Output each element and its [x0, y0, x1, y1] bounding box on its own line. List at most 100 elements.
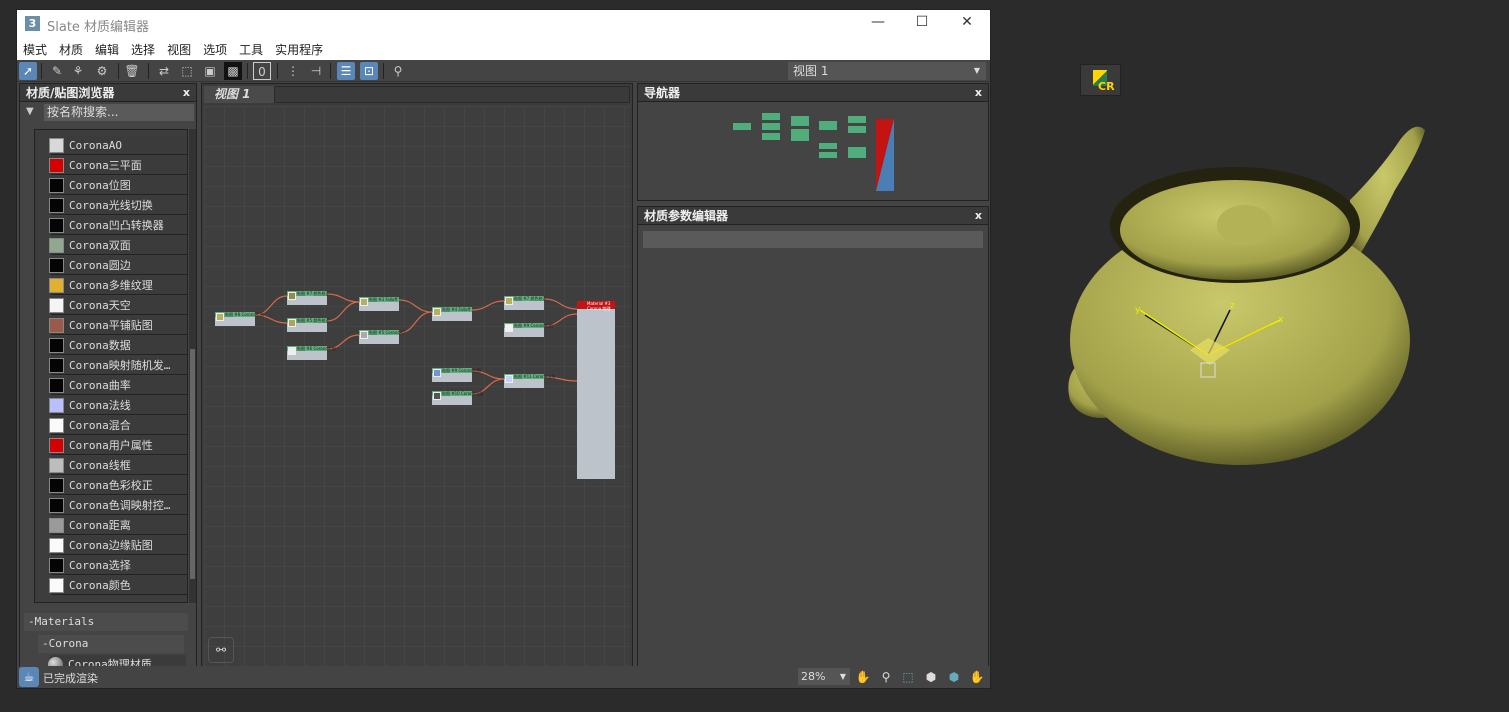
- list-item[interactable]: Corona圆边: [49, 256, 187, 275]
- node-title: 贴图 #7 颜色校正: [514, 296, 547, 301]
- menu-tools[interactable]: 工具: [233, 38, 269, 60]
- list-item[interactable]: Corona多维纹理: [49, 276, 187, 295]
- select-tool-icon[interactable]: ➚: [19, 62, 37, 80]
- list-item[interactable]: Corona数据: [49, 336, 187, 355]
- close-button[interactable]: ✕: [952, 14, 982, 30]
- menu-view[interactable]: 视图: [161, 38, 197, 60]
- zoom-icon[interactable]: ⚲: [877, 668, 895, 686]
- graph-node[interactable]: 贴图 #11 Corona法线: [504, 374, 555, 388]
- map-swatch: [49, 358, 64, 373]
- pan-hand-icon[interactable]: ✋: [854, 668, 872, 686]
- node-canvas[interactable]: 贴图 #8 Corona位图 贴图 #7 颜色校正 贴图 #5 颜色校正 贴图 #6 …: [204, 106, 630, 668]
- list-item[interactable]: Corona线框: [49, 456, 187, 475]
- move-children-icon[interactable]: ⇄: [155, 62, 173, 80]
- close-browser-icon[interactable]: x: [183, 84, 190, 102]
- graph-node[interactable]: 贴图 #4 Falloff: [432, 307, 472, 321]
- list-item[interactable]: Corona光线切换: [49, 196, 187, 215]
- menu-options[interactable]: 选项: [197, 38, 233, 60]
- show-map-icon[interactable]: ▣: [201, 62, 219, 80]
- group-corona[interactable]: -Corona: [38, 635, 184, 653]
- map-swatch: [49, 418, 64, 433]
- put-to-scene-icon[interactable]: ⚘: [69, 62, 87, 80]
- layout-children-icon[interactable]: ⊣: [307, 62, 325, 80]
- material-map-browser: 材质/贴图浏览器 x ▼ 按名称搜索... CoronaAO Corona三平面 Co…: [19, 83, 197, 674]
- options-triangle-icon[interactable]: ▼: [26, 106, 34, 117]
- minimize-button[interactable]: —: [863, 14, 893, 30]
- graph-node[interactable]: 贴图 #9 Corona位图: [432, 368, 481, 382]
- menu-utilities[interactable]: 实用程序: [269, 38, 329, 60]
- list-item[interactable]: Corona选择: [49, 556, 187, 575]
- graph-node[interactable]: 贴图 #9 Corona位图: [504, 323, 553, 337]
- parameter-editor-icon[interactable]: ⊡: [360, 62, 378, 80]
- group-materials[interactable]: -Materials: [24, 613, 188, 631]
- tab-view-1[interactable]: 视图 1: [204, 86, 274, 103]
- graph-node[interactable]: 贴图 #5 CoronaAO: [359, 330, 406, 344]
- list-item[interactable]: Corona凹凸转换器: [49, 216, 187, 235]
- list-item[interactable]: CoronaAO: [49, 136, 187, 155]
- navigator-minimap[interactable]: [638, 103, 988, 201]
- material-map-browser-icon[interactable]: ☰: [337, 62, 355, 80]
- close-navigator-icon[interactable]: x: [975, 84, 982, 102]
- list-item[interactable]: Corona曲率: [49, 376, 187, 395]
- list-item[interactable]: Corona颜色: [49, 576, 187, 595]
- sample-type-icon[interactable]: 0: [253, 62, 271, 80]
- scrollbar-thumb[interactable]: [190, 349, 195, 579]
- zoom-extents-icon[interactable]: ⬢: [922, 668, 940, 686]
- graph-node[interactable]: 贴图 #10 Corona位图: [432, 391, 483, 405]
- list-item[interactable]: Corona天空: [49, 296, 187, 315]
- parameter-editor-panel: 材质参数编辑器 x: [637, 206, 989, 673]
- graph-node[interactable]: 贴图 #7 颜色校正: [287, 291, 329, 305]
- list-item[interactable]: Corona色彩校正: [49, 476, 187, 495]
- background-icon[interactable]: ▩: [224, 62, 242, 80]
- corona-render-button[interactable]: CR: [1080, 64, 1121, 96]
- list-item[interactable]: Corona映射随机发…: [49, 356, 187, 375]
- list-item[interactable]: Corona平铺贴图: [49, 316, 187, 335]
- tab-bar: [274, 86, 630, 103]
- list-item[interactable]: Corona边缘贴图: [49, 536, 187, 555]
- menu-select[interactable]: 选择: [125, 38, 161, 60]
- material-node[interactable]: Material #3 Corona 物理: [577, 301, 615, 479]
- zoom-region-icon[interactable]: ⬚: [899, 668, 917, 686]
- teapot-render-icon[interactable]: ☕: [19, 667, 39, 687]
- graph-node[interactable]: 贴图 #8 Corona位图: [215, 312, 264, 326]
- graph-node[interactable]: 贴图 #5 颜色校正: [287, 318, 329, 332]
- menu-mode[interactable]: 模式: [17, 38, 53, 60]
- graph-node[interactable]: 贴图 #6 Corona位图: [287, 346, 336, 360]
- list-item[interactable]: Corona色调映射控…: [49, 496, 187, 515]
- menu-material[interactable]: 材质: [53, 38, 89, 60]
- node-title: 贴图 #9 Corona位图: [442, 368, 481, 373]
- menu-edit[interactable]: 编辑: [89, 38, 125, 60]
- select-by-material-icon[interactable]: ⚲: [389, 62, 407, 80]
- graph-node[interactable]: 贴图 #7 颜色校正: [504, 296, 547, 310]
- search-input[interactable]: 按名称搜索...: [44, 104, 194, 121]
- maximize-button[interactable]: ☐: [907, 14, 937, 30]
- view-selector-dropdown[interactable]: 视图 1 ▼: [788, 62, 986, 80]
- zoom-dropdown[interactable]: 28% ▼: [798, 668, 850, 685]
- scrollbar[interactable]: [189, 129, 196, 603]
- navigator-panel: 导航器 x: [637, 83, 989, 201]
- graph-node[interactable]: 贴图 #3 Falloff: [359, 297, 399, 311]
- separator: [330, 63, 331, 79]
- list-item[interactable]: Corona用户属性: [49, 436, 187, 455]
- item-label: Corona凹凸转换器: [69, 219, 164, 232]
- teapot-viewport[interactable]: y x z: [1050, 110, 1450, 480]
- node-title: 贴图 #9 Corona位图: [514, 323, 553, 328]
- list-item[interactable]: Corona距离: [49, 516, 187, 535]
- eyedropper-icon[interactable]: ✎: [48, 62, 66, 80]
- delete-icon[interactable]: 🗑: [123, 62, 141, 80]
- layout-all-icon[interactable]: ⋮: [284, 62, 302, 80]
- hide-unused-icon[interactable]: ⬚: [178, 62, 196, 80]
- navigator-binoculars-icon[interactable]: ⚯: [208, 637, 234, 663]
- pan-to-selected-icon[interactable]: ✋: [968, 668, 986, 686]
- list-item[interactable]: Corona法线: [49, 396, 187, 415]
- item-label: Corona光线切换: [69, 199, 153, 212]
- assign-material-icon[interactable]: ⚙: [93, 62, 111, 80]
- list-item[interactable]: Corona位图: [49, 176, 187, 195]
- list-item[interactable]: Corona三平面: [49, 156, 187, 175]
- list-item[interactable]: Corona混合: [49, 416, 187, 435]
- close-params-icon[interactable]: x: [975, 207, 982, 225]
- list-item[interactable]: Corona双面: [49, 236, 187, 255]
- item-label: Corona双面: [69, 239, 131, 252]
- zoom-extents-selected-icon[interactable]: ⬢: [945, 668, 963, 686]
- params-title: 材质参数编辑器: [644, 209, 729, 223]
